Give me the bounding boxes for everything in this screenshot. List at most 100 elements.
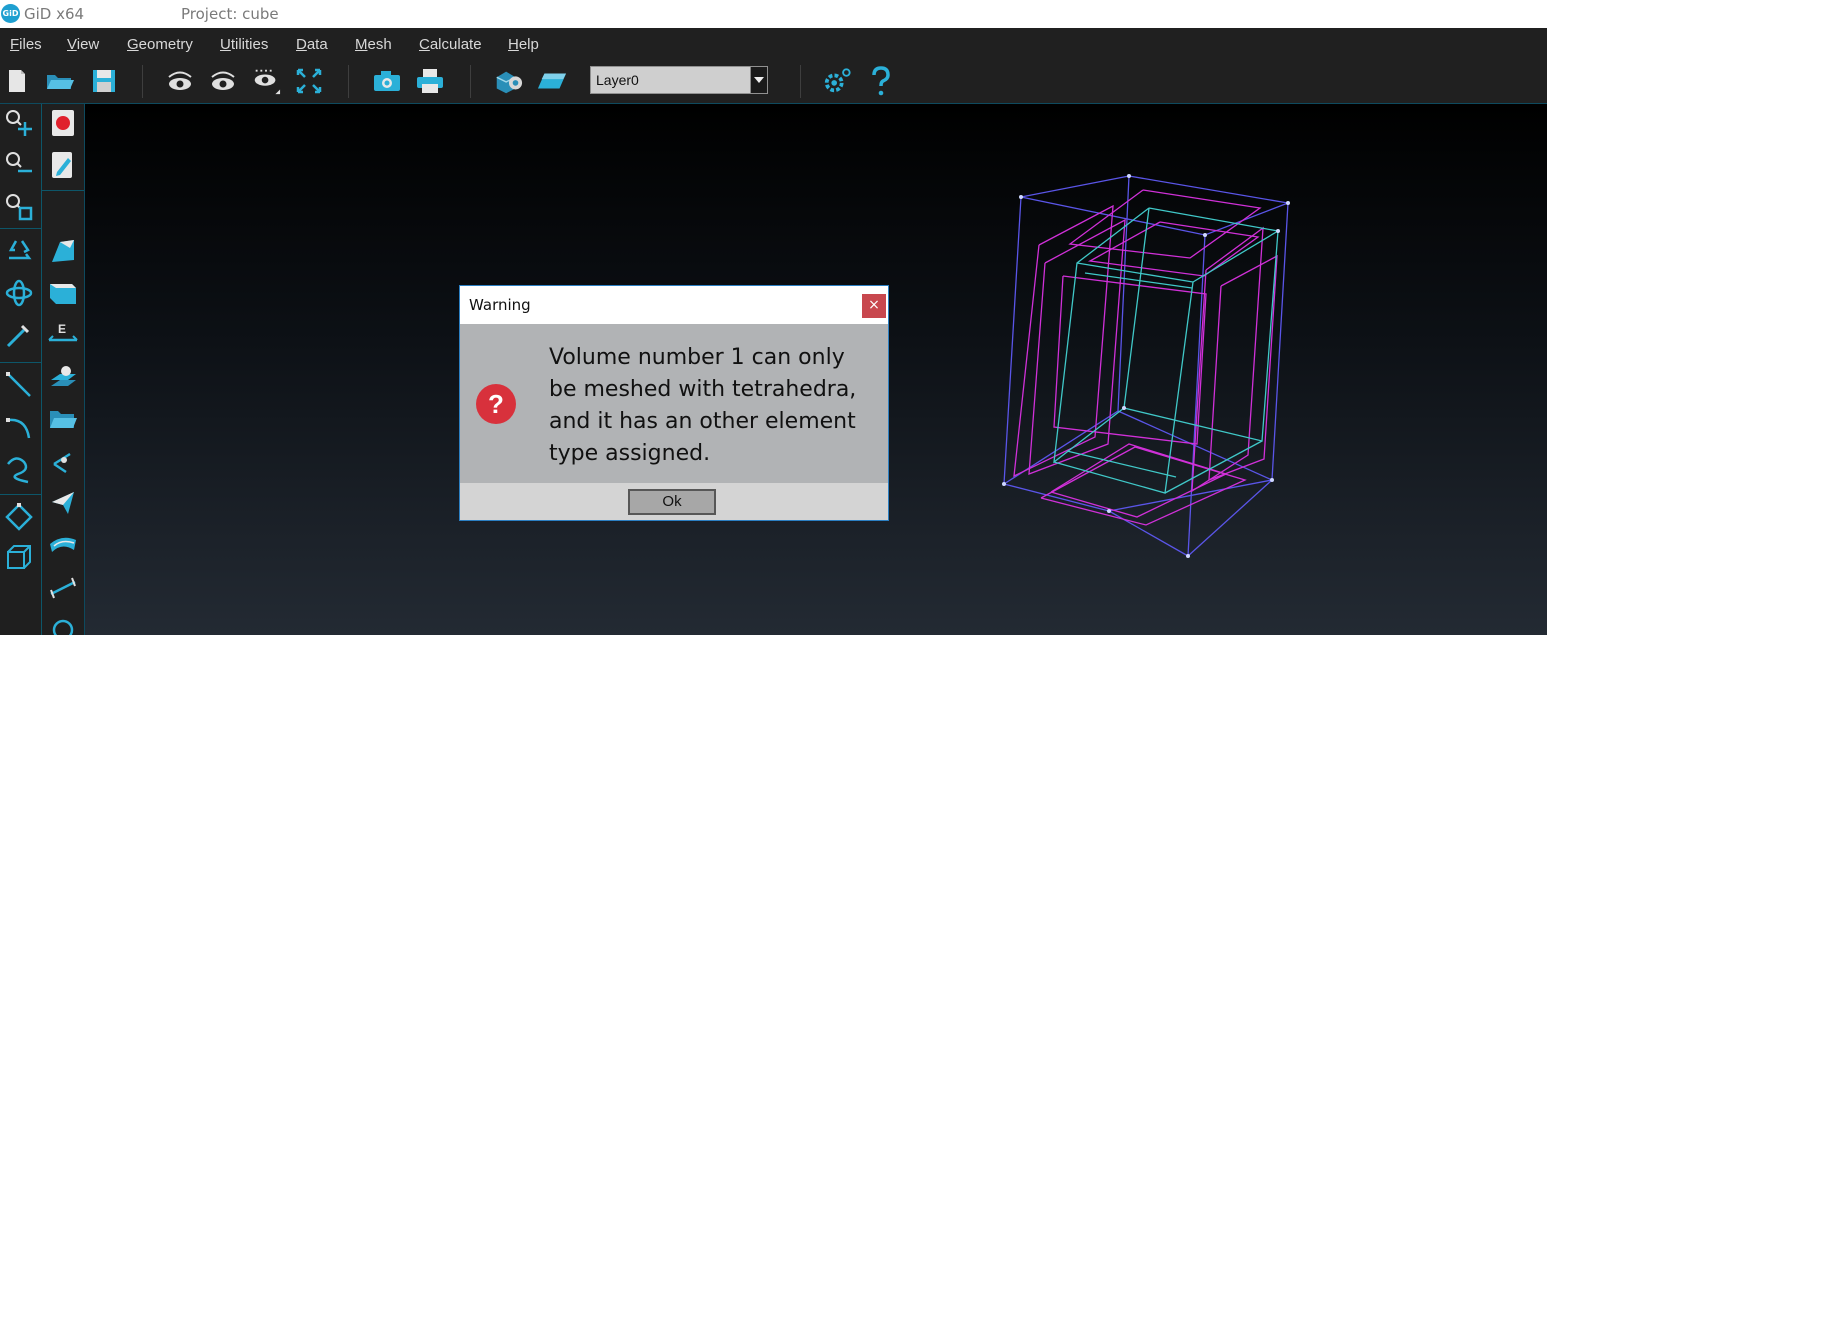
rotate-icon xyxy=(5,279,33,307)
print-icon xyxy=(417,69,443,93)
edit-icon xyxy=(52,152,72,178)
open-folder-icon xyxy=(47,75,74,89)
rotate-button[interactable] xyxy=(2,276,36,310)
menu-mesh[interactable]: Mesh xyxy=(355,36,392,53)
zoom-out-button[interactable] xyxy=(2,148,36,182)
zoom-window-icon xyxy=(6,194,33,221)
menu-files[interactable]: Files xyxy=(10,36,42,53)
svg-text:E: E xyxy=(58,322,66,336)
view-options-icon xyxy=(254,69,281,95)
chevron-down-icon[interactable] xyxy=(750,67,767,93)
save-icon xyxy=(93,70,115,92)
selection-button[interactable] xyxy=(46,486,80,520)
layers-button[interactable] xyxy=(46,360,80,394)
arc-icon xyxy=(6,418,31,439)
toolbar-separator xyxy=(470,65,471,98)
volume-button[interactable] xyxy=(2,540,36,574)
open-file-button[interactable] xyxy=(45,66,75,96)
circle-button[interactable] xyxy=(46,608,80,635)
app-title: GiD x64 xyxy=(24,5,85,23)
menu-utilities[interactable]: Utilities xyxy=(220,36,268,53)
screenshot-button[interactable] xyxy=(372,66,402,96)
layer-select[interactable]: Layer0 xyxy=(590,66,768,94)
toolbox-separator xyxy=(0,494,41,495)
point-icon xyxy=(6,324,30,348)
pick-point-button[interactable] xyxy=(2,318,36,352)
toolbox-separator xyxy=(0,362,41,363)
volume-tool-button[interactable] xyxy=(46,276,80,310)
menu-data[interactable]: Data xyxy=(296,36,328,53)
warning-dialog: Warning × ? Volume number 1 can only be … xyxy=(459,285,889,521)
save-button[interactable] xyxy=(89,66,119,96)
new-file-button[interactable] xyxy=(2,66,32,96)
zoom-window-button[interactable] xyxy=(2,190,36,224)
menu-view[interactable]: View xyxy=(67,36,99,53)
zoom-frame-button[interactable] xyxy=(294,66,324,96)
dimension-icon xyxy=(50,577,76,599)
folder-icon xyxy=(50,411,77,428)
record-button[interactable] xyxy=(46,106,80,140)
menu-calculate[interactable]: Calculate xyxy=(419,36,482,53)
render-icon xyxy=(496,71,523,94)
ok-button[interactable]: Ok xyxy=(628,489,716,515)
rotate-view-button[interactable] xyxy=(165,66,195,96)
selection-icon xyxy=(52,492,74,514)
toolbox-divider xyxy=(41,104,42,635)
layer-select-value: Layer0 xyxy=(596,72,639,88)
mesh-surface-button[interactable] xyxy=(46,528,80,562)
spline-button[interactable] xyxy=(2,452,36,486)
entity-label-icon: E xyxy=(48,322,78,342)
new-file-icon xyxy=(9,70,25,92)
dialog-footer: Ok xyxy=(460,483,888,520)
dialog-message: Volume number 1 can only be meshed with … xyxy=(549,345,857,466)
help-button[interactable] xyxy=(866,66,896,96)
zoom-frame-icon xyxy=(296,68,322,94)
project-label: Project: cube xyxy=(181,5,279,23)
edit-button[interactable] xyxy=(46,148,80,182)
left-toolbox: E xyxy=(0,104,85,635)
zoom-out-icon xyxy=(6,152,32,173)
toolbar-separator xyxy=(348,65,349,98)
gid-logo: GiD xyxy=(1,4,20,23)
folder-button[interactable] xyxy=(46,402,80,436)
circle-icon xyxy=(52,619,74,635)
main-toolbar xyxy=(0,60,1547,104)
line-button[interactable] xyxy=(2,368,36,402)
layer-plane-button[interactable] xyxy=(537,66,567,96)
camera-icon xyxy=(374,71,400,91)
surface-button[interactable] xyxy=(2,500,36,534)
volume-tool-icon xyxy=(50,284,76,304)
view-options-button[interactable] xyxy=(251,66,281,96)
line-icon xyxy=(6,372,31,397)
close-icon[interactable]: × xyxy=(862,294,886,318)
layers-icon xyxy=(51,366,76,386)
ok-button-label: Ok xyxy=(662,493,682,510)
layer-plane-icon xyxy=(537,73,567,89)
surface-icon xyxy=(5,503,33,531)
rotate-view-button-2[interactable] xyxy=(208,66,238,96)
settings-icon xyxy=(824,68,851,93)
toolbar-separator xyxy=(800,65,801,98)
arc-button[interactable] xyxy=(2,410,36,444)
spline-icon xyxy=(7,457,29,484)
settings-button[interactable] xyxy=(822,66,852,96)
rotate-view-icon xyxy=(168,71,192,90)
mesh-surface-icon xyxy=(50,537,76,552)
entity-label-button[interactable]: E xyxy=(46,318,80,352)
gid-application: GiD GiD x64 Project: cube Files View Geo… xyxy=(0,0,1547,635)
dialog-title: Warning xyxy=(469,296,531,314)
dimension-button[interactable] xyxy=(46,570,80,604)
dialog-title-bar[interactable]: Warning × xyxy=(460,286,888,324)
toolbar-separator xyxy=(142,65,143,98)
redraw-button[interactable] xyxy=(2,234,36,268)
title-bar: GiD GiD x64 Project: cube xyxy=(0,0,1547,28)
zoom-in-button[interactable] xyxy=(2,106,36,140)
point-tool-button[interactable] xyxy=(46,444,80,478)
surface-tool-button[interactable] xyxy=(46,234,80,268)
menu-help[interactable]: Help xyxy=(508,36,539,53)
print-button[interactable] xyxy=(415,66,445,96)
help-icon xyxy=(872,66,890,96)
record-icon xyxy=(52,110,74,136)
menu-geometry[interactable]: Geometry xyxy=(127,36,193,53)
render-button[interactable] xyxy=(493,66,523,96)
